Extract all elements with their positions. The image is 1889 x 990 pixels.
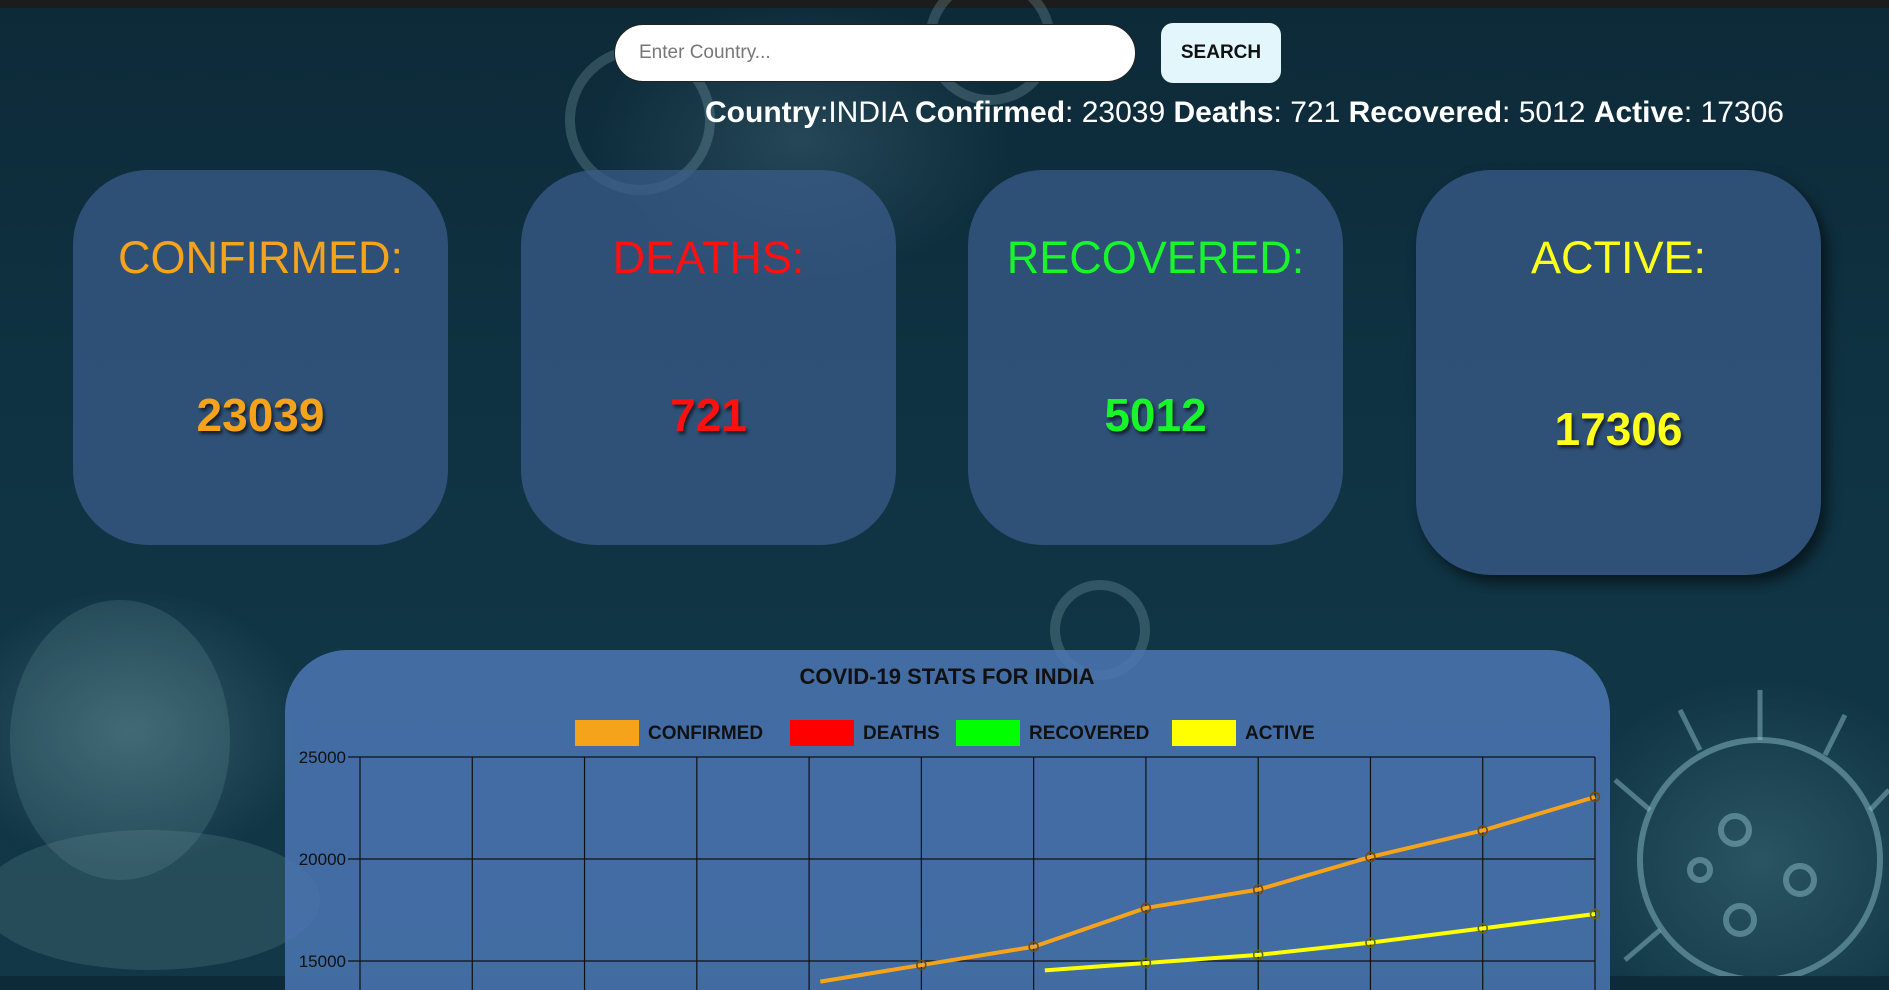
- active-card-label: ACTIVE:: [1530, 232, 1707, 283]
- confirmed-card: CONFIRMED: 23039: [73, 170, 448, 545]
- summary-country-label: Country: [705, 96, 820, 129]
- legend-label-active: ACTIVE: [1245, 723, 1315, 744]
- active-card-value: 17306: [1554, 403, 1683, 455]
- confirmed-card-value: 23039: [196, 389, 325, 441]
- active-card: ACTIVE: 17306: [1416, 170, 1821, 575]
- search-button[interactable]: SEARCH: [1161, 23, 1281, 83]
- legend-label-recovered: RECOVERED: [1029, 723, 1149, 744]
- stats-line-chart: COVID-19 STATS FOR INDIA CONFIRMED DEATHS R…: [299, 664, 1601, 990]
- summary-deaths-label: Deaths: [1173, 96, 1274, 129]
- legend-swatch-confirmed: [575, 720, 639, 746]
- legend-swatch-deaths: [790, 720, 854, 746]
- summary-active-label: Active: [1593, 96, 1684, 129]
- legend-label-deaths: DEATHS: [863, 723, 940, 744]
- summary-confirmed-value: 23039: [1081, 96, 1166, 129]
- y-tick-label: 15000: [299, 952, 346, 971]
- series-line-confirmed: [819, 795, 1596, 984]
- y-tick-label: 20000: [299, 850, 346, 869]
- summary-confirmed-label: Confirmed: [915, 96, 1066, 129]
- y-tick-label: 25000: [299, 748, 346, 767]
- chart-title: COVID-19 STATS FOR INDIA: [800, 664, 1095, 689]
- search-input[interactable]: [614, 24, 1136, 82]
- deaths-card-value: 721: [670, 389, 747, 441]
- country-summary: Country:INDIA Confirmed: 23039 Deaths: 7…: [705, 96, 1784, 129]
- chart-panel: COVID-19 STATS FOR INDIA CONFIRMED DEATHS R…: [285, 650, 1610, 990]
- summary-deaths-value: 721: [1290, 96, 1341, 129]
- window-top-bar: [0, 0, 1889, 8]
- recovered-card-value: 5012: [1104, 389, 1207, 441]
- series-line-active: [1044, 911, 1596, 973]
- summary-country-value: INDIA: [828, 96, 907, 129]
- deaths-card-label: DEATHS:: [612, 232, 805, 283]
- summary-recovered-label: Recovered: [1348, 96, 1503, 129]
- legend-swatch-recovered: [956, 720, 1020, 746]
- summary-active-value: 17306: [1700, 96, 1784, 129]
- legend-label-confirmed: CONFIRMED: [648, 723, 763, 744]
- confirmed-card-label: CONFIRMED:: [118, 232, 403, 283]
- deaths-card: DEATHS: 721: [521, 170, 896, 545]
- recovered-card-label: RECOVERED:: [1006, 232, 1305, 283]
- legend-swatch-active: [1172, 720, 1236, 746]
- summary-recovered-value: 5012: [1518, 96, 1586, 129]
- recovered-card: RECOVERED: 5012: [968, 170, 1343, 545]
